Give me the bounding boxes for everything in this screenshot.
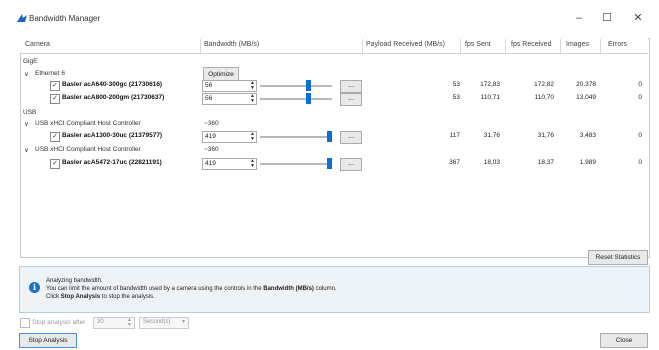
bandwidth-value: 56 <box>205 82 213 89</box>
stop-after-checkbox[interactable] <box>20 318 30 328</box>
info-line-2: You can limit the amount of bandwidth us… <box>46 286 337 292</box>
errors-value: 0 <box>638 81 642 88</box>
adapter-ethernet-6[interactable]: Ethernet 6 <box>35 70 65 77</box>
fps-sent-value: 18,03 <box>483 159 500 166</box>
bandwidth-spinbox[interactable]: 56 ▲ ▼ <box>202 80 257 92</box>
camera-name: Basler acA640-300gc (21730616) <box>62 81 163 88</box>
images-value: 1.989 <box>579 159 596 166</box>
images-value: 13.049 <box>576 94 596 101</box>
stop-after-spinbox[interactable]: 30 ▲ ▼ <box>93 317 135 329</box>
bandwidth-slider-track[interactable] <box>260 85 332 87</box>
bandwidth-slider-handle[interactable] <box>327 158 332 169</box>
column-payload[interactable]: Payload Received (MB/s) <box>366 41 445 48</box>
fps-received-value: 31,76 <box>537 132 554 139</box>
window-title: Bandwidth Manager <box>29 14 101 23</box>
spin-arrows-icon[interactable]: ▲ ▼ <box>127 318 132 328</box>
stop-after-value: 30 <box>97 319 104 325</box>
payload-value: 117 <box>449 132 460 139</box>
camera-name: Basler acA1300-30uc (21379577) <box>62 132 163 139</box>
column-errors[interactable]: Errors <box>608 41 627 48</box>
payload-value: 53 <box>452 81 460 88</box>
bandwidth-spinbox[interactable]: 419 ▲ ▼ <box>202 131 257 143</box>
camera-name: Basler acA800-200gm (21730637) <box>62 94 165 101</box>
group-gige[interactable]: GigE <box>23 58 37 65</box>
table-header <box>20 38 648 54</box>
group-usb[interactable]: USB <box>23 109 36 116</box>
column-fps-received[interactable]: fps Received <box>511 41 551 48</box>
column-separator[interactable] <box>460 39 461 53</box>
fps-received-value: 18,37 <box>537 159 554 166</box>
stop-after-unit: Second(s) <box>143 319 171 325</box>
column-separator[interactable] <box>200 39 201 53</box>
column-separator[interactable] <box>505 39 506 53</box>
payload-value: 367 <box>449 159 460 166</box>
close-window-button[interactable]: ✕ <box>624 8 652 28</box>
chevron-down-icon[interactable]: ∨ <box>24 70 29 78</box>
bandwidth-slider-handle[interactable] <box>305 80 311 91</box>
column-bandwidth[interactable]: Bandwidth (MB/s) <box>204 41 259 48</box>
camera-checkbox[interactable]: ✓ <box>50 132 60 142</box>
bandwidth-value: 419 <box>205 160 216 167</box>
reset-statistics-button[interactable]: Reset Statistics <box>588 250 648 265</box>
info-icon: i <box>29 282 40 293</box>
camera-checkbox[interactable]: ✓ <box>50 159 60 169</box>
bandwidth-slider-track[interactable] <box>260 98 332 100</box>
camera-name: Basler acA5472-17uc (22821191) <box>62 159 162 166</box>
spin-arrows-icon[interactable]: ▲ ▼ <box>250 159 255 169</box>
column-separator[interactable] <box>560 39 561 53</box>
bandwidth-spinbox[interactable]: 56 ▲ ▼ <box>202 93 257 105</box>
camera-options-button[interactable]: ... <box>340 80 362 93</box>
bandwidth-slider-handle[interactable] <box>327 131 332 142</box>
minimize-button[interactable]: – <box>565 8 593 28</box>
info-line-3: Click Stop Analysis to stop the analysis… <box>46 294 155 300</box>
close-button[interactable]: Close <box>600 333 648 348</box>
fps-sent-value: 172,83 <box>480 81 500 88</box>
chevron-down-icon: ▼ <box>181 319 186 325</box>
controller-bandwidth: ~360 <box>204 120 219 127</box>
spin-arrows-icon[interactable]: ▲ ▼ <box>250 81 255 91</box>
fps-sent-value: 31,76 <box>483 132 500 139</box>
maximize-button[interactable]: ☐ <box>593 8 621 28</box>
bandwidth-slider-track[interactable] <box>260 163 332 165</box>
stop-after-label: Stop analysis after <box>32 319 86 326</box>
spin-arrows-icon[interactable]: ▲ ▼ <box>250 94 255 104</box>
spin-arrows-icon[interactable]: ▲ ▼ <box>250 132 255 142</box>
column-fps-sent[interactable]: fps Sent <box>465 41 491 48</box>
column-camera[interactable]: Camera <box>25 41 50 48</box>
camera-checkbox[interactable]: ✓ <box>50 81 60 91</box>
images-value: 3.483 <box>579 132 596 139</box>
stop-after-unit-select[interactable]: Second(s) ▼ <box>139 317 189 329</box>
errors-value: 0 <box>638 94 642 101</box>
bandwidth-value: 56 <box>205 95 213 102</box>
bandwidth-slider-handle[interactable] <box>305 93 311 104</box>
camera-checkbox[interactable]: ✓ <box>50 94 60 104</box>
fps-received-value: 172,82 <box>534 81 554 88</box>
payload-value: 53 <box>452 94 460 101</box>
info-line-1: Analyzing bandwidth. <box>46 278 103 284</box>
bandwidth-slider-track[interactable] <box>260 136 332 138</box>
bandwidth-spinbox[interactable]: 419 ▲ ▼ <box>202 158 257 170</box>
usb-controller[interactable]: USB xHCI Compliant Host Controller <box>35 120 141 127</box>
fps-received-value: 110,70 <box>534 94 554 101</box>
chevron-down-icon[interactable]: ∨ <box>24 120 29 128</box>
column-separator[interactable] <box>362 39 363 53</box>
stop-analysis-button[interactable]: Stop Analysis <box>19 333 77 348</box>
controller-bandwidth: ~360 <box>204 146 219 153</box>
fps-sent-value: 110,71 <box>480 94 500 101</box>
errors-value: 0 <box>638 159 642 166</box>
camera-options-button[interactable]: ... <box>340 131 362 144</box>
errors-value: 0 <box>638 132 642 139</box>
camera-options-button[interactable]: ... <box>340 158 362 171</box>
camera-options-button[interactable]: ... <box>340 93 362 106</box>
usb-controller[interactable]: USB xHCI Compliant Host Controller <box>35 146 141 153</box>
bandwidth-app-icon <box>17 14 27 22</box>
images-value: 20.378 <box>576 81 596 88</box>
chevron-down-icon[interactable]: ∨ <box>24 146 29 154</box>
bandwidth-value: 419 <box>205 133 216 140</box>
column-separator[interactable] <box>600 39 601 53</box>
column-images[interactable]: Images <box>566 41 589 48</box>
